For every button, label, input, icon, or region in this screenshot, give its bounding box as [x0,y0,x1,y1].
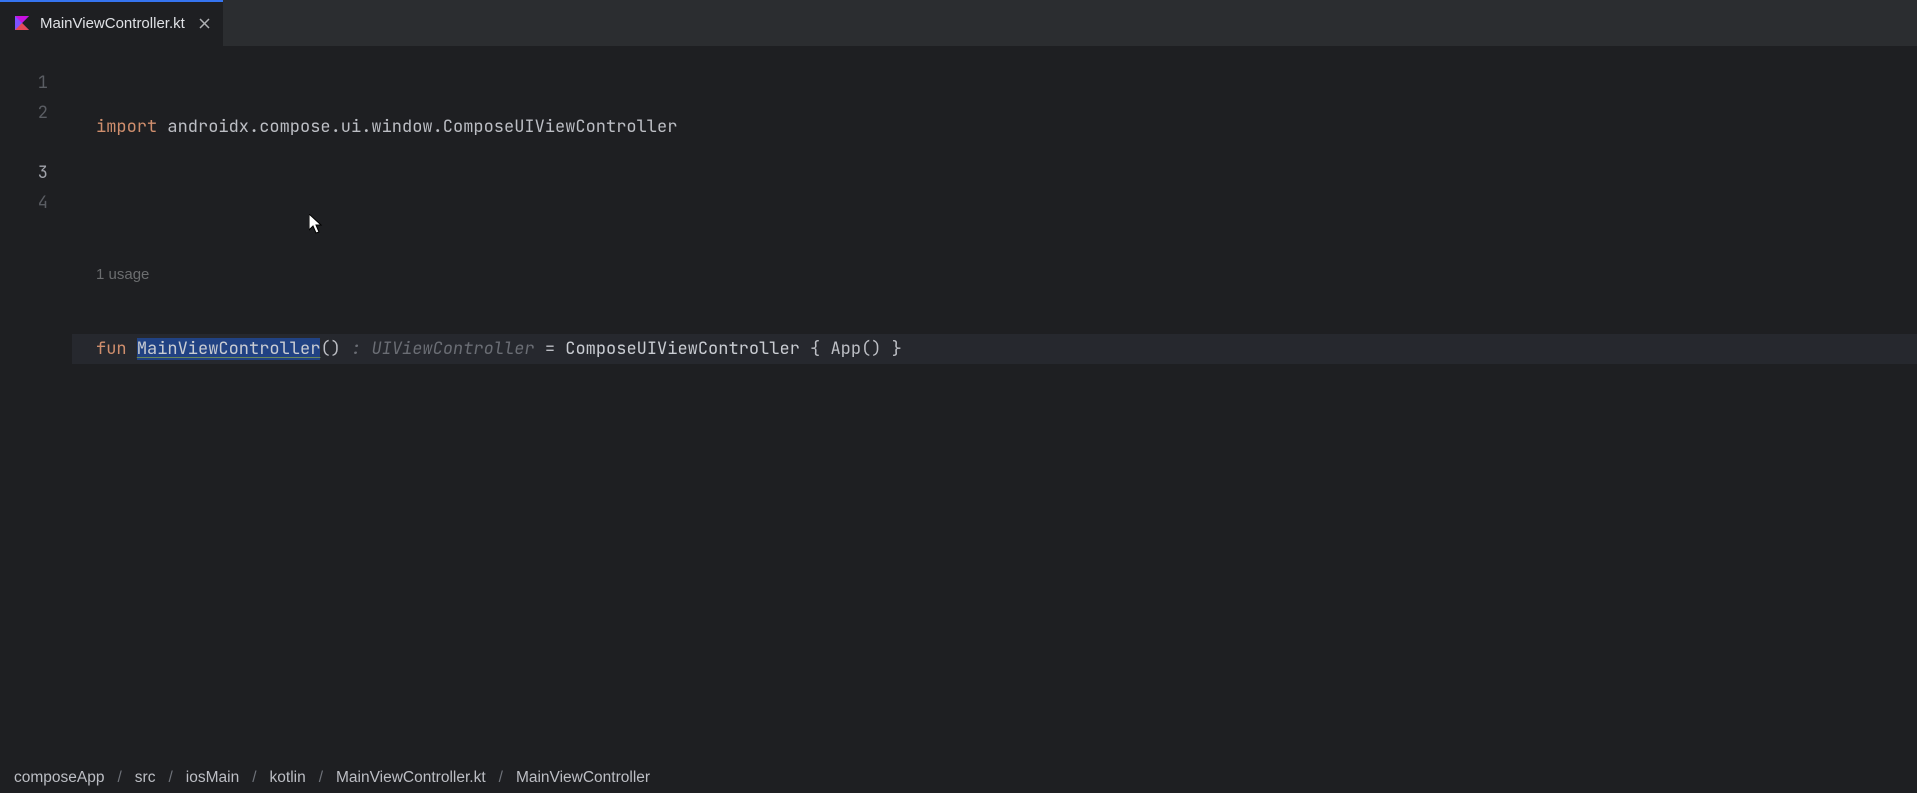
mouse-cursor-icon [309,214,325,236]
breadcrumb-bar: composeApp / src / iosMain / kotlin / Ma… [0,761,1917,793]
line-number[interactable]: 2 [0,98,72,128]
code-line[interactable]: fun MainViewController() : UIViewControl… [72,334,1917,364]
editor-scrollbar[interactable] [1903,46,1917,761]
breadcrumb-separator: / [319,769,323,787]
function-name[interactable]: MainViewController [137,338,321,360]
line-number[interactable]: 1 [0,68,72,98]
code-editor[interactable]: 1 2 3 4 import androidx.compose.ui.windo… [0,46,1917,761]
breadcrumb-item[interactable]: kotlin [270,769,306,787]
breadcrumb-item[interactable]: MainViewController [516,769,650,787]
breadcrumb-separator: / [168,769,172,787]
breadcrumb-item[interactable]: iosMain [186,769,239,787]
function-call: ComposeUIViewController [565,338,800,360]
kotlin-file-icon [14,15,30,31]
keyword: import [96,116,157,138]
parens: () [320,338,340,360]
code-area[interactable]: import androidx.compose.ui.window.Compos… [72,46,1917,761]
function-body: { App() } [800,338,902,360]
gutter: 1 2 3 4 [0,46,72,761]
breadcrumb-separator: / [117,769,121,787]
type-hint: UIViewController [371,338,534,360]
breadcrumb-separator: / [499,769,503,787]
line-number[interactable]: 4 [0,188,72,218]
keyword: fun [96,338,127,360]
breadcrumb-separator: / [252,769,256,787]
tab-file-name: MainViewController.kt [40,15,185,32]
package-ref: androidx.compose.ui.window.ComposeUIView… [167,116,677,138]
breadcrumb-item[interactable]: MainViewController.kt [336,769,486,787]
usage-hint[interactable]: 1 usage [72,260,1917,290]
code-line-empty[interactable] [72,408,1917,438]
type-hint-colon: : [351,338,371,360]
breadcrumb-item[interactable]: composeApp [14,769,104,787]
line-number[interactable]: 3 [0,158,72,188]
equals: = [535,338,566,360]
file-tab[interactable]: MainViewController.kt [0,0,223,46]
code-line-empty[interactable] [72,186,1917,216]
code-line[interactable]: import androidx.compose.ui.window.Compos… [72,112,1917,142]
tab-bar: MainViewController.kt [0,0,1917,46]
breadcrumb-item[interactable]: src [135,769,156,787]
close-tab-button[interactable] [195,13,215,33]
